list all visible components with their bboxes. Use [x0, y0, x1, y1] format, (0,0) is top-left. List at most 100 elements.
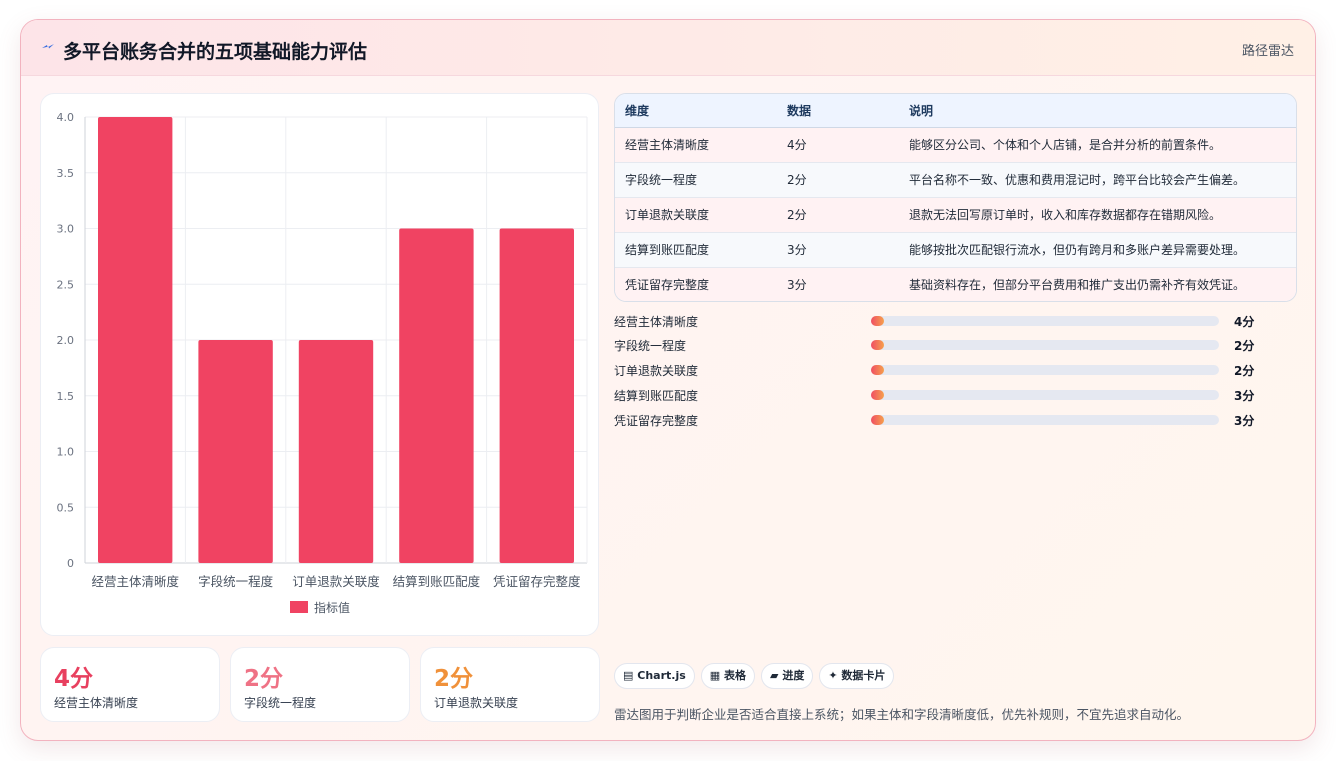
- column-header: 说明: [909, 94, 1296, 128]
- bar-chart-panel: 0 0.5 1.0 1.5 2.0 2.5 3.0 3.5 4.0 经营主体清晰度 字段统一程度 订单…: [40, 93, 599, 636]
- chip-label: Chart.js: [637, 669, 686, 682]
- progress-row: 字段统一程度 2分: [614, 335, 1274, 355]
- y-tick-label: 3.5: [57, 167, 75, 180]
- tag-chip-row: ▤ Chart.js ▦ 表格 ▰ 进度 ✦ 数据卡片: [614, 663, 900, 689]
- progress-value: 3分: [1234, 414, 1255, 428]
- data-table: 维度 数据 说明 经营主体清晰度 4分 能够区分公司、个体和个人店铺，是合并分析…: [614, 93, 1297, 302]
- table-cell: 3分: [787, 231, 909, 267]
- stat-value: 4分: [54, 666, 94, 692]
- chip-label: 数据卡片: [841, 669, 886, 682]
- table-row: 字段统一程度 2分 平台名称不一致、优惠和费用混记时，跨平台比较会产生偏差。: [615, 161, 1296, 197]
- progress-row: 凭证留存完整度 3分: [614, 410, 1274, 430]
- y-tick-label: 2.0: [57, 334, 75, 347]
- table-cell: 经营主体清晰度: [625, 138, 710, 152]
- table-cell: 结算到账匹配度: [615, 231, 787, 267]
- progress-fill: [871, 365, 884, 375]
- table-icon: ▦: [709, 669, 721, 682]
- lightning-icon: [42, 44, 54, 49]
- card-header: 多平台账务合并的五项基础能力评估 路径雷达: [21, 20, 1315, 76]
- progress-row: 订单退款关联度 2分: [614, 360, 1274, 380]
- column-header: 数据: [787, 94, 909, 128]
- stat-label: 经营主体清晰度: [54, 696, 139, 710]
- stat-card: 4分 经营主体清晰度: [40, 647, 220, 722]
- progress-track: [871, 390, 1219, 400]
- table-cell: 2分: [787, 196, 909, 232]
- chip-data-card[interactable]: ✦ 数据卡片: [819, 663, 895, 689]
- legend-swatch: [290, 601, 308, 613]
- bar: [399, 228, 474, 563]
- table-cell: 3分: [787, 266, 909, 301]
- x-tick-label: 经营主体清晰度: [91, 574, 179, 589]
- progress-icon: ▰: [770, 669, 779, 682]
- chip-chartjs[interactable]: ▤ Chart.js: [614, 663, 695, 689]
- column-header: 维度: [615, 94, 787, 128]
- bar-chart: 0 0.5 1.0 1.5 2.0 2.5 3.0 3.5 4.0 经营主体清晰度 字段统一程度 订单…: [57, 111, 588, 615]
- progress-track: [871, 340, 1219, 350]
- x-tick-label: 字段统一程度: [198, 574, 274, 589]
- header-link[interactable]: 路径雷达: [1242, 40, 1294, 59]
- bar: [298, 340, 374, 563]
- stat-card: 2分 字段统一程度: [230, 647, 410, 722]
- progress-label: 经营主体清晰度: [614, 315, 699, 329]
- progress-value: 2分: [1234, 364, 1255, 378]
- y-tick-label: 0: [67, 557, 74, 570]
- table-row: 经营主体清晰度 4分 能够区分公司、个体和个人店铺，是合并分析的前置条件。: [615, 127, 1296, 162]
- table-header-row: 维度 数据 说明: [615, 94, 1296, 128]
- progress-value: 2分: [1234, 339, 1255, 353]
- table-cell: 退款无法回写原订单时，收入和库存数据都存在错期风险。: [909, 196, 1296, 232]
- table-cell: 2分: [787, 161, 909, 197]
- table-row: 订单退款关联度 2分 退款无法回写原订单时，收入和库存数据都存在错期风险。: [615, 196, 1296, 232]
- y-tick-label: 1.5: [57, 390, 75, 403]
- stat-label: 订单退款关联度: [434, 696, 519, 710]
- progress-label: 字段统一程度: [614, 339, 687, 353]
- bar: [198, 340, 273, 563]
- y-tick-label: 1.0: [57, 446, 75, 459]
- y-tick-label: 4.0: [57, 111, 75, 124]
- y-tick-label: 2.5: [57, 278, 75, 291]
- progress-fill: [871, 390, 884, 400]
- table-cell: 能够按批次匹配银行流水，但仍有跨月和多账户差异需要处理。: [909, 231, 1296, 267]
- chip-table[interactable]: ▦ 表格: [700, 663, 756, 689]
- bar: [98, 117, 173, 563]
- footnote: 雷达图用于判断企业是否适合直接上系统；如果主体和字段清晰度低，优先补规则，不宜先…: [614, 707, 1190, 722]
- table-cell: 能够区分公司、个体和个人店铺，是合并分析的前置条件。: [909, 138, 1222, 152]
- table-row: 结算到账匹配度 3分 能够按批次匹配银行流水，但仍有跨月和多账户差异需要处理。: [615, 231, 1296, 267]
- dashboard-card: 多平台账务合并的五项基础能力评估 路径雷达 0 0.5 1.0 1.5 2.0 2.5 3.…: [20, 19, 1316, 741]
- chart-icon: ▤: [623, 669, 634, 682]
- stat-value: 2分: [244, 666, 284, 692]
- progress-row: 经营主体清晰度 4分: [614, 311, 1274, 331]
- progress-row: 结算到账匹配度 3分: [614, 385, 1274, 405]
- progress-track: [871, 316, 1219, 326]
- progress-track: [871, 415, 1219, 425]
- bar: [499, 228, 574, 563]
- progress-value: 3分: [1234, 389, 1255, 403]
- chip-progress[interactable]: ▰ 进度: [761, 663, 814, 689]
- progress-label: 订单退款关联度: [614, 364, 699, 378]
- table-cell: 平台名称不一致、优惠和费用混记时，跨平台比较会产生偏差。: [909, 161, 1296, 197]
- stat-value: 2分: [434, 666, 474, 692]
- y-tick-label: 3.0: [57, 223, 75, 236]
- chip-label: 表格: [724, 669, 747, 682]
- progress-fill: [871, 415, 884, 425]
- table-cell: 基础资料存在，但部分平台费用和推广支出仍需补齐有效凭证。: [909, 266, 1296, 301]
- x-tick-label: 结算到账匹配度: [393, 574, 481, 589]
- page-title: 多平台账务合并的五项基础能力评估: [63, 41, 368, 63]
- stat-label: 字段统一程度: [244, 696, 317, 710]
- table-cell: 订单退款关联度: [615, 196, 787, 232]
- chip-label: 进度: [782, 669, 805, 682]
- legend-label: 指标值: [314, 600, 350, 615]
- stat-card: 2分 订单退款关联度: [420, 647, 600, 722]
- table-cell: 凭证留存完整度: [615, 266, 787, 301]
- progress-label: 结算到账匹配度: [614, 389, 699, 403]
- progress-fill: [871, 340, 884, 350]
- data-card-icon: ✦: [828, 669, 838, 682]
- progress-value: 4分: [1234, 315, 1255, 329]
- table-row: 凭证留存完整度 3分 基础资料存在，但部分平台费用和推广支出仍需补齐有效凭证。: [615, 266, 1296, 301]
- progress-track: [871, 365, 1219, 375]
- table-cell: 字段统一程度: [615, 161, 787, 197]
- progress-fill: [871, 316, 884, 326]
- x-tick-label: 凭证留存完整度: [493, 574, 581, 589]
- table-cell: 4分: [787, 138, 807, 152]
- y-tick-label: 0.5: [57, 501, 75, 514]
- progress-label: 凭证留存完整度: [614, 414, 699, 428]
